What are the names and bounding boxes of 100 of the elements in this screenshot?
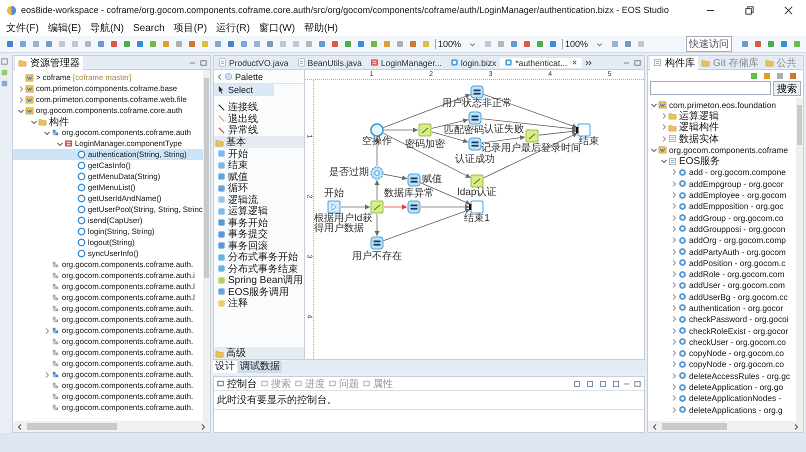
restore-view-icon[interactable] <box>0 57 9 66</box>
palette-item[interactable]: 分布式事务结束 <box>214 263 304 274</box>
editor-tab[interactable]: LoginManager... <box>366 58 446 68</box>
tree-item[interactable]: addUserBg - org.gocom.cc <box>648 291 796 302</box>
palette-group[interactable]: 高级 <box>214 347 304 359</box>
toolbar-icon[interactable] <box>496 39 506 49</box>
tree-item[interactable]: deleteApplications - org.g <box>648 404 796 416</box>
tree-item[interactable]: org.gocom.components.coframe <box>648 144 796 156</box>
view-tab[interactable]: 调试数据 <box>238 361 282 373</box>
toolbar-icon[interactable] <box>548 39 558 49</box>
toolbar-icon[interactable] <box>522 39 532 49</box>
palette-item[interactable]: 结束 <box>214 160 304 171</box>
toolbar-icon[interactable] <box>610 39 620 49</box>
scroll-thumb[interactable] <box>797 105 802 145</box>
palette-item[interactable]: 注释 <box>214 298 304 309</box>
tree-item[interactable]: addEmpgroup - org.gocor <box>648 178 796 190</box>
tree-item[interactable]: addUser - org.gocom.com <box>648 280 796 292</box>
vertical-scrollbar[interactable] <box>796 97 803 421</box>
tree-item[interactable]: addEmpposition - org.goc <box>648 200 796 212</box>
tree-item[interactable]: add - org.gocom.compone <box>648 166 796 178</box>
tree-item[interactable]: deleteApplication - org.go <box>648 381 796 393</box>
scroll-left-icon[interactable] <box>16 422 24 430</box>
maximize-view-icon[interactable] <box>633 58 642 66</box>
scroll-thumb[interactable] <box>662 423 727 430</box>
quick-access-field[interactable]: 快速访问 <box>686 36 732 52</box>
horizontal-scrollbar[interactable] <box>648 421 803 432</box>
palette-item[interactable]: 事务回滚 <box>214 240 304 252</box>
tree-item[interactable]: checkUser - org.gocom.co <box>648 336 796 348</box>
palette-item[interactable]: 事务开始 <box>214 217 304 228</box>
collapse-left-icon[interactable] <box>216 72 224 80</box>
menu-item[interactable]: 帮助(H) <box>304 21 338 35</box>
toolbar-icon[interactable] <box>508 39 519 49</box>
tree-item[interactable]: 运算逻辑 <box>648 110 796 122</box>
palette-group[interactable]: 基本 <box>214 136 304 148</box>
panel-tab[interactable]: 资源管理器 <box>14 56 83 70</box>
scroll-right-icon[interactable] <box>199 422 207 430</box>
search-field[interactable] <box>650 81 771 95</box>
view-tab[interactable]: 设计 <box>213 361 237 373</box>
scroll-left-icon[interactable] <box>651 422 659 430</box>
search-button[interactable]: 搜索 <box>773 81 801 96</box>
menu-item[interactable]: 文件(F) <box>6 21 39 35</box>
horizontal-scrollbar[interactable] <box>12 421 210 432</box>
tree-item[interactable]: com.primeton.eos.foundation <box>648 99 796 110</box>
maximize-view-icon[interactable] <box>199 58 208 66</box>
tree-item[interactable]: addRole - org.gocom.com <box>648 268 796 280</box>
palette-item[interactable]: Spring Bean调用 <box>214 274 304 286</box>
tree-item[interactable]: 数据实体 <box>648 132 796 144</box>
tree-item[interactable]: addGroup - org.gocom.co <box>648 212 796 224</box>
editor-tab[interactable]: login.bizx <box>446 58 500 68</box>
maximize-view-icon[interactable] <box>633 380 642 388</box>
palette-tool[interactable]: 异常线 <box>214 124 304 136</box>
toolbar-icon[interactable] <box>636 39 646 49</box>
palette-tool[interactable]: 连接线 <box>214 102 304 113</box>
tree-item[interactable]: deleteApplicationNodes - <box>648 392 796 404</box>
scroll-thumb[interactable] <box>204 78 209 278</box>
menu-item[interactable]: Search <box>133 22 165 34</box>
tree-item[interactable]: addGroupposi - org.gocon <box>648 223 796 235</box>
more-tabs-icon[interactable] <box>584 58 594 68</box>
tree-item[interactable]: 逻辑构件 <box>648 122 796 133</box>
tree-item[interactable]: addEmployee - org.gocom <box>648 189 796 201</box>
tree-item[interactable]: EOS服务 <box>648 155 796 167</box>
tree-item[interactable]: addPosition - org.gocom.c <box>648 257 796 268</box>
toolbar-icon[interactable] <box>534 39 545 49</box>
menu-item[interactable]: 编辑(E) <box>48 21 82 35</box>
palette-item[interactable]: 开始 <box>214 148 304 160</box>
tree-item[interactable]: checkRoleExist - org.gocor <box>648 324 796 336</box>
tree-item[interactable]: copyNode - org.gocom.co <box>648 348 796 359</box>
palette-item[interactable]: 运算逻辑 <box>214 206 304 217</box>
palette-item[interactable]: 分布式事务开始 <box>214 252 304 263</box>
editor-tab[interactable]: ProductVO.java <box>214 58 293 68</box>
editor-tab[interactable]: BeanUtils.java <box>292 58 366 68</box>
palette-item[interactable]: 循环 <box>214 182 304 194</box>
menu-item[interactable]: 导航(N) <box>90 21 124 35</box>
scroll-thumb[interactable] <box>26 423 118 430</box>
panel-tab[interactable]: 控制台 <box>216 376 260 390</box>
menu-item[interactable]: 项目(P) <box>174 21 208 35</box>
tree-item[interactable]: deleteAccessRules - org.gc <box>648 370 796 382</box>
scroll-right-icon[interactable] <box>792 422 800 430</box>
palette-tool[interactable]: 退出线 <box>214 113 304 124</box>
tree-item[interactable]: 构件 <box>12 116 203 127</box>
palette-item[interactable]: 事务提交 <box>214 228 304 240</box>
close-icon[interactable] <box>783 4 794 16</box>
palette-item[interactable]: 赋值 <box>214 171 304 182</box>
menu-item[interactable]: 窗口(W) <box>258 21 296 35</box>
tree-item[interactable]: authentication - org.gocor <box>648 302 796 314</box>
tree-item[interactable]: copyNode - org.gocom.co <box>648 358 796 370</box>
zoom-dropdown[interactable]: 100% <box>562 39 606 49</box>
panel-tab[interactable]: 构件库 <box>650 56 698 70</box>
vertical-scrollbar[interactable] <box>203 70 210 421</box>
toolbar-icon[interactable] <box>482 39 493 49</box>
palette-item[interactable]: 逻辑流 <box>214 194 304 206</box>
palette-item[interactable]: EOS服务调用 <box>214 286 304 298</box>
zoom-dropdown[interactable]: 100% <box>435 39 478 49</box>
toolbar-icon[interactable] <box>622 39 633 49</box>
menu-item[interactable]: 运行(R) <box>216 21 250 35</box>
restore-icon[interactable] <box>744 4 755 16</box>
tree-item[interactable]: addPartyAuth - org.gocom <box>648 246 796 258</box>
tree-item[interactable]: checkPassword - org.gocoi <box>648 314 796 325</box>
editor-tab[interactable]: *authenticat... <box>500 58 582 68</box>
tree-item[interactable]: addOrg - org.gocom.comp <box>648 234 796 246</box>
